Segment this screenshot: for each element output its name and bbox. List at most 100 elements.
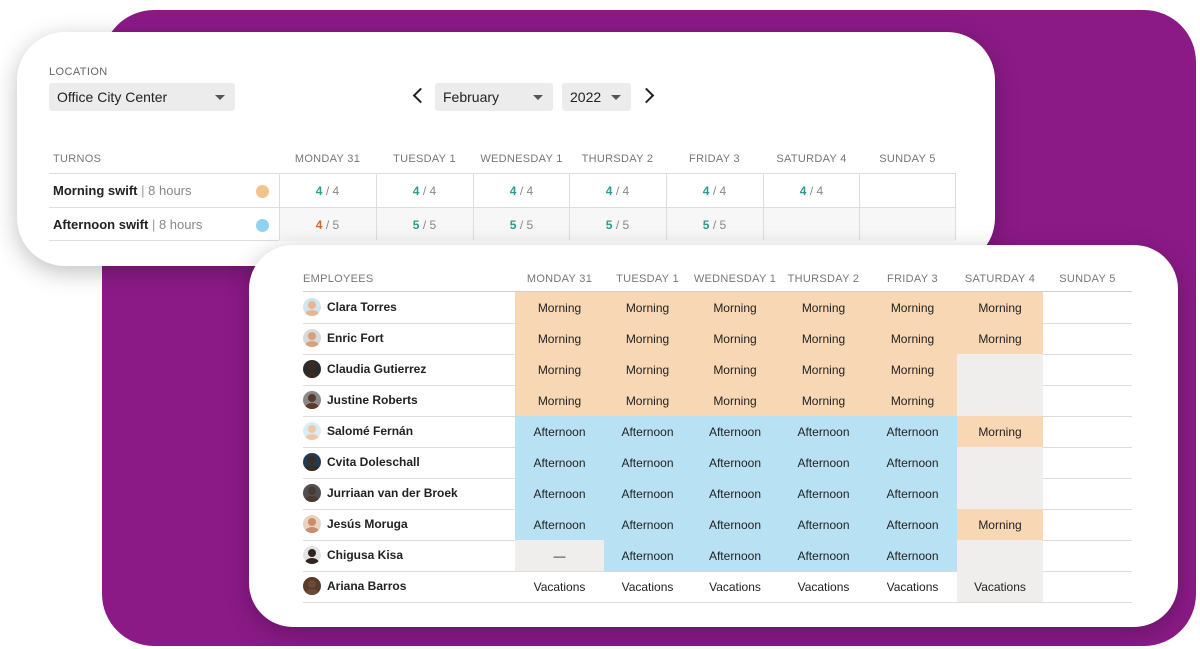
schedule-cell[interactable]: Afternoon (779, 416, 868, 447)
employee-name[interactable]: Cvita Doleschall (327, 455, 420, 469)
day-header: FRIDAY 3 (887, 273, 938, 285)
assigned-count: 4 (605, 184, 613, 198)
schedule-cell[interactable]: Morning (604, 385, 691, 416)
schedule-cell[interactable]: Morning (515, 323, 604, 354)
coverage-count[interactable]: 5 / 5 (473, 218, 570, 232)
coverage-count[interactable]: 4 / 4 (763, 184, 860, 198)
coverage-count[interactable]: 5 / 5 (376, 218, 473, 232)
schedule-cell[interactable]: — (515, 540, 604, 571)
schedule-cell[interactable] (1043, 385, 1132, 416)
schedule-cell[interactable] (957, 540, 1043, 571)
schedule-cell[interactable]: Afternoon (691, 447, 779, 478)
schedule-cell[interactable]: Morning (691, 354, 779, 385)
coverage-count[interactable]: 4 / 4 (473, 184, 570, 198)
schedule-cell[interactable]: Afternoon (604, 540, 691, 571)
schedule-cell[interactable]: Afternoon (779, 478, 868, 509)
schedule-cell[interactable]: Afternoon (779, 447, 868, 478)
employee-name[interactable]: Justine Roberts (327, 393, 418, 407)
schedule-cell[interactable] (957, 385, 1043, 416)
schedule-cell[interactable]: Morning (779, 385, 868, 416)
schedule-cell[interactable]: Afternoon (515, 509, 604, 540)
schedule-cell[interactable]: Afternoon (868, 416, 957, 447)
schedule-cell[interactable]: Afternoon (779, 540, 868, 571)
schedule-cell[interactable]: Morning (957, 509, 1043, 540)
employee-name[interactable]: Ariana Barros (327, 579, 406, 593)
coverage-count[interactable]: 5 / 5 (569, 218, 666, 232)
schedule-cell[interactable]: Vacations (691, 571, 779, 602)
schedule-cell[interactable]: Morning (515, 385, 604, 416)
schedule-cell[interactable]: Afternoon (779, 509, 868, 540)
schedule-cell[interactable]: Morning (868, 323, 957, 354)
schedule-cell[interactable]: Afternoon (604, 416, 691, 447)
schedule-cell[interactable]: Morning (868, 354, 957, 385)
schedule-cell[interactable]: Morning (957, 292, 1043, 323)
schedule-cell[interactable]: Afternoon (868, 509, 957, 540)
employee-name[interactable]: Enric Fort (327, 331, 384, 345)
chevron-right-icon[interactable] (638, 87, 655, 104)
schedule-cell[interactable]: Vacations (868, 571, 957, 602)
coverage-count[interactable]: 5 / 5 (666, 218, 763, 232)
schedule-cell[interactable]: Morning (691, 323, 779, 354)
coverage-count[interactable]: 4 / 4 (569, 184, 666, 198)
schedule-cell[interactable]: Morning (957, 416, 1043, 447)
schedule-cell[interactable]: Morning (957, 323, 1043, 354)
schedule-cell[interactable]: Morning (691, 385, 779, 416)
month-select[interactable]: February (435, 83, 553, 111)
assigned-count: 5 (509, 218, 517, 232)
schedule-cell[interactable]: Afternoon (515, 478, 604, 509)
schedule-cell[interactable]: Afternoon (868, 447, 957, 478)
schedule-cell[interactable]: Afternoon (691, 540, 779, 571)
coverage-count[interactable]: 4 / 4 (666, 184, 763, 198)
coverage-count[interactable]: 4 / 4 (376, 184, 473, 198)
coverage-count[interactable]: 4 / 5 (279, 218, 376, 232)
schedule-cell[interactable] (957, 354, 1043, 385)
schedule-cell[interactable]: Afternoon (604, 509, 691, 540)
schedule-cell[interactable]: Morning (779, 354, 868, 385)
schedule-cell[interactable]: Morning (691, 292, 779, 323)
employee-name[interactable]: Claudia Gutierrez (327, 362, 426, 376)
schedule-cell[interactable] (1043, 323, 1132, 354)
schedule-cell[interactable]: Morning (515, 292, 604, 323)
day-header: WEDNESDAY 1 (480, 153, 563, 165)
employee-name[interactable]: Jurriaan van der Broek (327, 486, 458, 500)
schedule-cell[interactable]: Afternoon (515, 447, 604, 478)
schedule-cell[interactable] (957, 447, 1043, 478)
schedule-cell[interactable]: Afternoon (515, 416, 604, 447)
schedule-cell[interactable]: Morning (604, 292, 691, 323)
schedule-cell[interactable]: Afternoon (604, 478, 691, 509)
schedule-cell[interactable] (957, 478, 1043, 509)
schedule-cell[interactable]: Vacations (604, 571, 691, 602)
chevron-left-icon[interactable] (412, 87, 429, 104)
schedule-cell[interactable]: Afternoon (691, 478, 779, 509)
employee-name[interactable]: Jesús Moruga (327, 517, 408, 531)
employee-name[interactable]: Chigusa Kisa (327, 548, 403, 562)
schedule-cell[interactable]: Morning (779, 323, 868, 354)
schedule-cell[interactable]: Afternoon (604, 447, 691, 478)
employee-name[interactable]: Clara Torres (327, 300, 397, 314)
employee-name[interactable]: Salomé Fernán (327, 424, 413, 438)
schedule-cell[interactable]: Afternoon (691, 509, 779, 540)
year-select[interactable]: 2022 (562, 83, 631, 111)
schedule-cell[interactable] (1043, 354, 1132, 385)
schedule-cell[interactable] (1043, 416, 1132, 447)
schedule-cell[interactable]: Vacations (779, 571, 868, 602)
schedule-cell[interactable]: Morning (779, 292, 868, 323)
schedule-cell[interactable] (1043, 447, 1132, 478)
schedule-cell[interactable] (1043, 571, 1132, 602)
schedule-cell[interactable] (1043, 540, 1132, 571)
schedule-cell[interactable]: Afternoon (868, 540, 957, 571)
location-select[interactable]: Office City Center (49, 83, 235, 111)
schedule-cell[interactable]: Vacations (515, 571, 604, 602)
schedule-cell[interactable] (1043, 292, 1132, 323)
schedule-cell[interactable]: Morning (868, 385, 957, 416)
coverage-count[interactable]: 4 / 4 (279, 184, 376, 198)
schedule-cell[interactable] (1043, 478, 1132, 509)
schedule-cell[interactable] (1043, 509, 1132, 540)
schedule-cell[interactable]: Vacations (957, 571, 1043, 602)
schedule-cell[interactable]: Morning (604, 354, 691, 385)
schedule-cell[interactable]: Morning (604, 323, 691, 354)
schedule-cell[interactable]: Afternoon (868, 478, 957, 509)
schedule-cell[interactable]: Morning (868, 292, 957, 323)
schedule-cell[interactable]: Morning (515, 354, 604, 385)
schedule-cell[interactable]: Afternoon (691, 416, 779, 447)
